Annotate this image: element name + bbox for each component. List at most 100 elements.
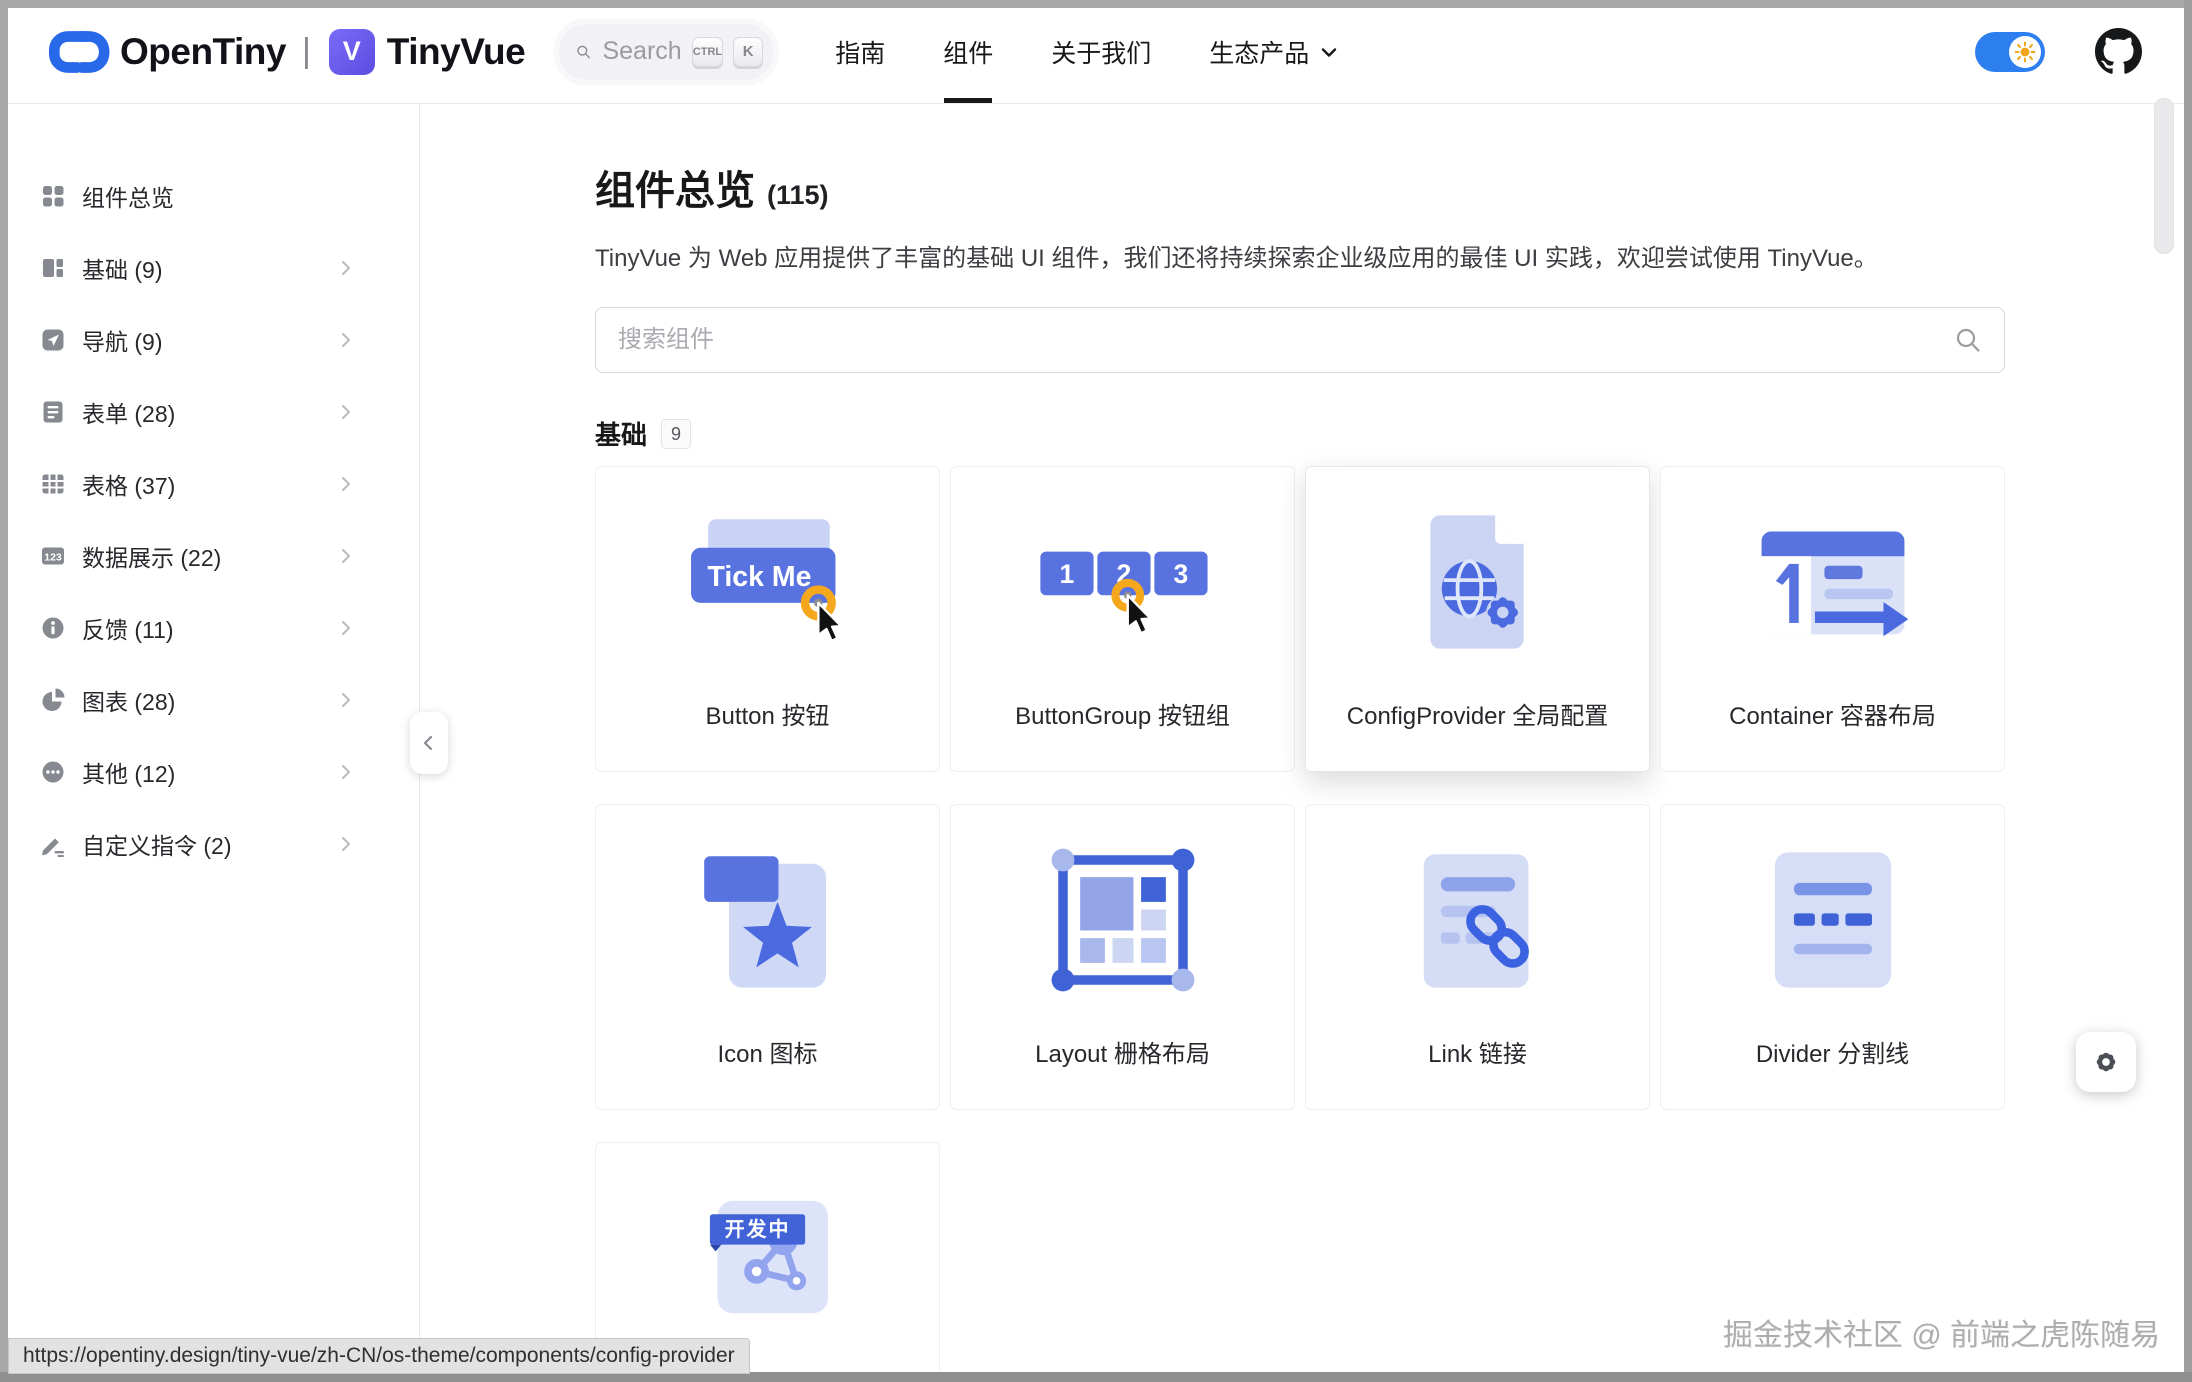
github-icon[interactable] (2095, 28, 2142, 75)
search-placeholder: Search (602, 37, 681, 66)
chevron-left-icon (417, 731, 441, 755)
card-link[interactable]: Link 链接 (1305, 804, 1650, 1110)
search-icon (575, 39, 592, 65)
link-illustration (1306, 805, 1649, 1034)
sidebar-item-chart[interactable]: 图表 (28) (0, 664, 419, 736)
sidebar-item-label: 导航 (9) (82, 323, 163, 357)
sidebar-item-navigation[interactable]: 导航 (9) (0, 304, 419, 376)
card-button[interactable]: Tick Me Button 按钮 (595, 466, 940, 772)
base-category-icon (40, 255, 66, 281)
data-display-category-icon: 123 (40, 543, 66, 569)
ctrl-key-badge: CTRL (692, 37, 724, 67)
screenshot-frame (2184, 0, 2192, 1382)
sidebar-item-label: 表单 (28) (82, 395, 175, 429)
component-count: (115) (767, 180, 829, 211)
chart-category-icon (40, 687, 66, 713)
card-label: Layout 栅格布局 (1035, 1034, 1210, 1069)
sidebar-item-table[interactable]: 表格 (37) (0, 448, 419, 520)
section-title: 基础 (595, 415, 647, 452)
top-navbar: OpenTiny | V TinyVue Search CTRL K 指南 组件… (0, 0, 2192, 104)
ribbon-text: 开发中 (724, 1217, 790, 1241)
form-category-icon (40, 399, 66, 425)
main-content: 组件总览 (115) TinyVue 为 Web 应用提供了丰富的基础 UI 组… (420, 104, 2192, 1382)
component-search (595, 307, 2005, 373)
sidebar-item-overview[interactable]: 组件总览 (0, 160, 419, 232)
section-header: 基础 9 (595, 415, 2005, 452)
divider-illustration (1661, 805, 2004, 1034)
button-demo-illustration: Tick Me (596, 467, 939, 696)
settings-gear-button[interactable] (2076, 1032, 2136, 1092)
tinyvue-brand-name: TinyVue (387, 31, 525, 73)
card-icon[interactable]: Icon 图标 (595, 804, 940, 1110)
nav-label: 生态产品 (1209, 34, 1309, 70)
page-description: TinyVue 为 Web 应用提供了丰富的基础 UI 组件，我们还将持续探索企… (595, 238, 2005, 273)
svg-text:123: 123 (44, 552, 62, 564)
sidebar-item-directives[interactable]: 自定义指令 (2) (0, 808, 419, 880)
card-configprovider[interactable]: ConfigProvider 全局配置 (1305, 466, 1650, 772)
sidebar-item-base[interactable]: 基础 (9) (0, 232, 419, 304)
icon-illustration (596, 805, 939, 1034)
screenshot-frame (0, 0, 2192, 8)
section-count-badge: 9 (661, 419, 691, 449)
nav-label: 指南 (835, 34, 885, 70)
nav-item-guide[interactable]: 指南 (835, 0, 885, 103)
toggle-knob (2009, 36, 2041, 68)
sidebar-item-label: 图表 (28) (82, 683, 175, 717)
overview-grid-icon (40, 183, 66, 209)
page-title-row: 组件总览 (115) (595, 158, 2005, 216)
sidebar-item-data-display[interactable]: 123 数据展示 (22) (0, 520, 419, 592)
card-divider[interactable]: Divider 分割线 (1660, 804, 2005, 1110)
card-buttongroup[interactable]: 1 2 3 ButtonGroup 按钮组 (950, 466, 1295, 772)
sidebar-item-label: 表格 (37) (82, 467, 175, 501)
other-category-icon (40, 759, 66, 785)
chevron-right-icon (335, 473, 357, 495)
k-key-badge: K (733, 37, 763, 67)
chevron-right-icon (335, 689, 357, 711)
nav-item-about[interactable]: 关于我们 (1051, 0, 1151, 103)
chevron-right-icon (335, 761, 357, 783)
sun-icon (2013, 40, 2037, 64)
chevron-down-icon (1317, 40, 1341, 64)
card-label: Button 按钮 (705, 696, 829, 731)
card-container[interactable]: Container 容器布局 (1660, 466, 2005, 772)
search-icon (1953, 325, 1983, 355)
sidebar: 组件总览 基础 (9) 导航 (9) (0, 104, 420, 1382)
chevron-right-icon (335, 257, 357, 279)
global-search-button[interactable]: Search CTRL K (559, 24, 773, 80)
chevron-right-icon (335, 833, 357, 855)
status-url-tooltip: https://opentiny.design/tiny-vue/zh-CN/o… (8, 1338, 750, 1374)
main-nav: 指南 组件 关于我们 生态产品 (835, 0, 1341, 103)
gear-icon (1485, 595, 1519, 629)
chevron-right-icon (335, 401, 357, 423)
sidebar-item-other[interactable]: 其他 (12) (0, 736, 419, 808)
brand-divider: | (302, 32, 311, 71)
nav-label: 组件 (943, 34, 993, 70)
tick-me-button-text: Tick Me (707, 560, 811, 592)
theme-toggle[interactable] (1975, 32, 2045, 72)
sidebar-item-feedback[interactable]: 反馈 (11) (0, 592, 419, 664)
card-layout[interactable]: Layout 栅格布局 (950, 804, 1295, 1110)
table-category-icon (40, 471, 66, 497)
nav-item-components[interactable]: 组件 (943, 0, 993, 103)
card-label: Link 链接 (1428, 1034, 1527, 1069)
sidebar-item-form[interactable]: 表单 (28) (0, 376, 419, 448)
feedback-category-icon (40, 615, 66, 641)
sidebar-item-label: 组件总览 (82, 179, 174, 213)
tinyvue-logo-icon: V (329, 29, 375, 75)
buttongroup-demo-illustration: 1 2 3 (951, 467, 1294, 696)
gear-icon (2091, 1047, 2121, 1077)
nav-item-ecosystem[interactable]: 生态产品 (1209, 0, 1341, 103)
component-search-input[interactable] (595, 307, 2005, 373)
nav-label: 关于我们 (1051, 34, 1151, 70)
sidebar-item-label: 自定义指令 (2) (82, 827, 232, 861)
sidebar-item-label: 反馈 (11) (82, 611, 174, 645)
group-button-1-text: 1 (1059, 558, 1074, 588)
card-label: ButtonGroup 按钮组 (1015, 696, 1230, 731)
container-illustration (1661, 467, 2004, 696)
card-label: ConfigProvider 全局配置 (1347, 696, 1608, 731)
sidebar-collapse-button[interactable] (410, 712, 448, 774)
card-label: Divider 分割线 (1756, 1034, 1909, 1069)
sidebar-item-label: 基础 (9) (82, 251, 163, 285)
scrollbar-thumb[interactable] (2154, 98, 2174, 254)
browser-screenshot: OpenTiny | V TinyVue Search CTRL K 指南 组件… (0, 0, 2192, 1382)
